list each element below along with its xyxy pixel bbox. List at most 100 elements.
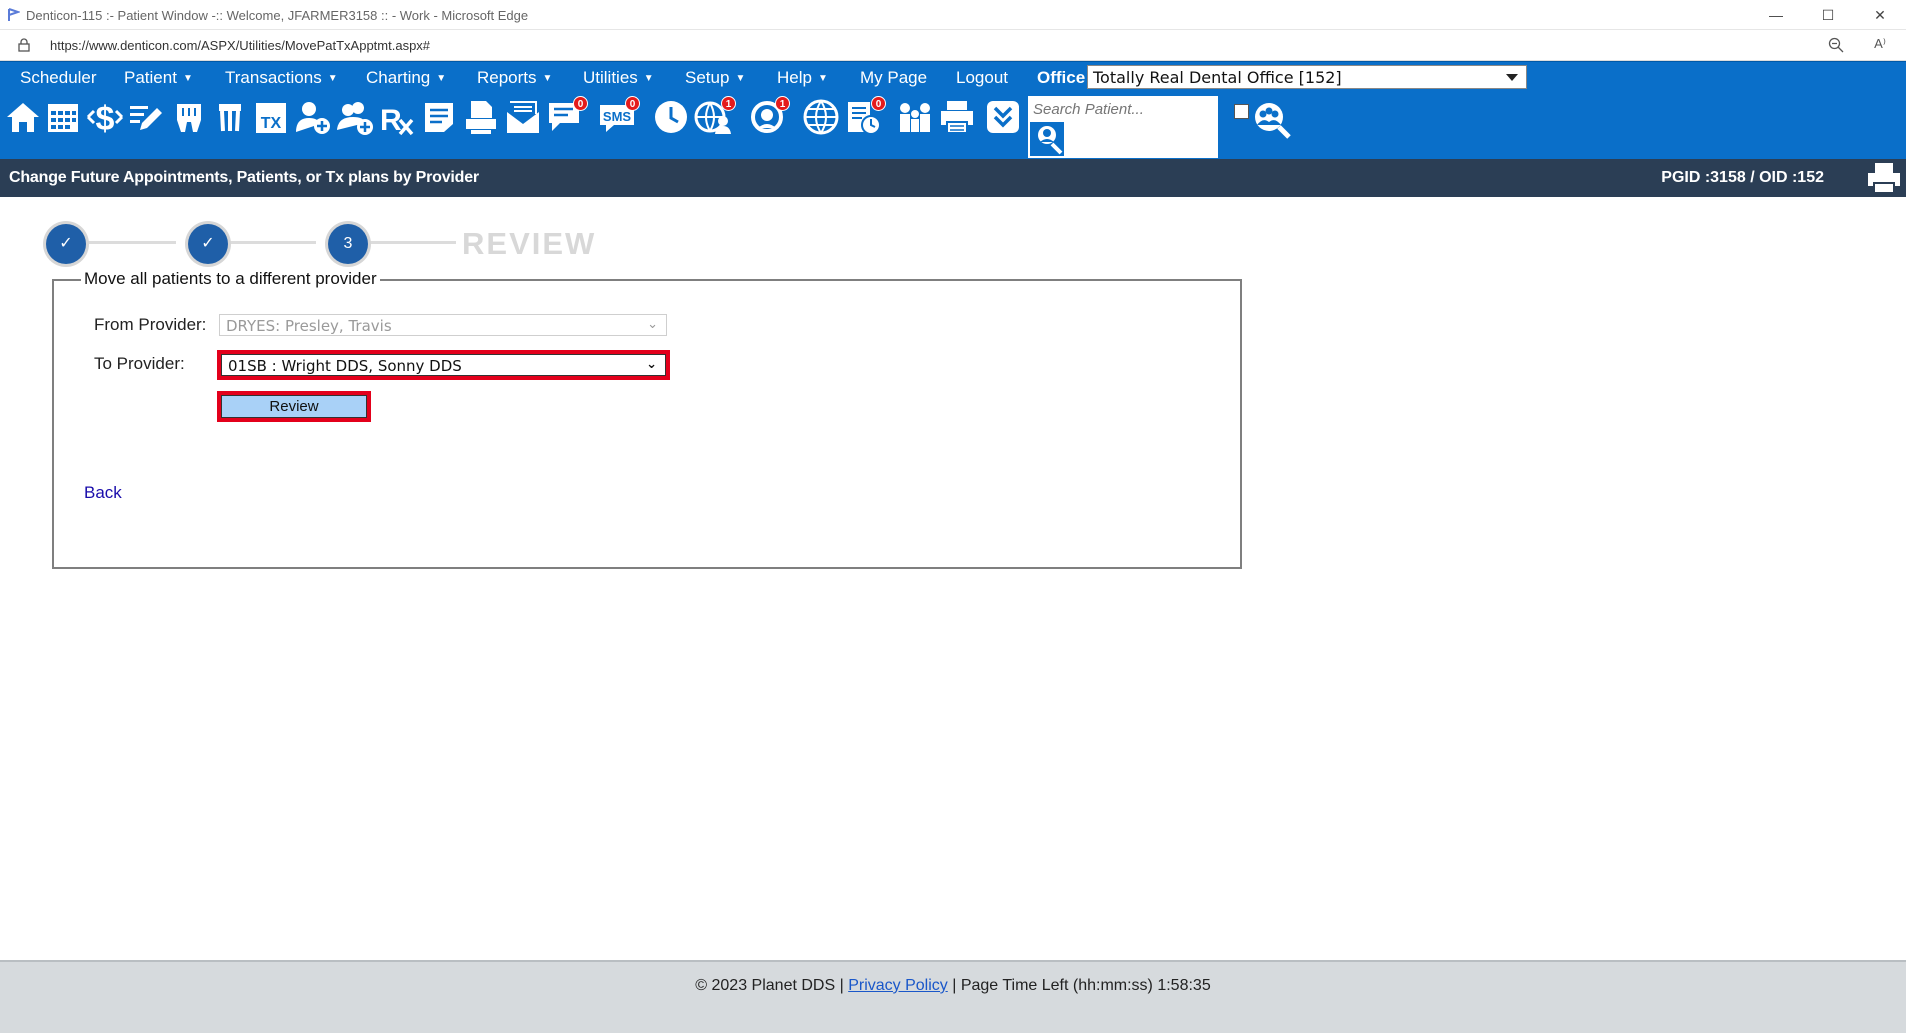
menu-transactions[interactable]: Transactions ▼ <box>225 68 338 88</box>
step-3-current: 3 <box>328 224 368 264</box>
svg-text:TX: TX <box>261 115 282 132</box>
patient-search-box <box>1028 96 1218 158</box>
email-icon[interactable] <box>504 98 542 136</box>
chevron-down-icon: ⌄ <box>647 317 658 332</box>
download-icon[interactable] <box>984 98 1022 136</box>
footer-text: © 2023 Planet DDS | Privacy Policy | Pag… <box>0 977 1906 995</box>
globe-user-badge: 1 <box>721 96 736 111</box>
menu-scheduler[interactable]: Scheduler <box>20 68 97 88</box>
tx-icon[interactable]: TX <box>252 98 290 136</box>
from-provider-value: DRYES: Presley, Travis <box>226 317 392 335</box>
add-user-icon[interactable] <box>294 98 332 136</box>
read-aloud-icon[interactable]: A⁾ <box>1874 36 1886 52</box>
menu-reports[interactable]: Reports ▼ <box>477 68 552 88</box>
page-time-left: | Page Time Left (hh:mm:ss) 1:58:35 <box>952 977 1211 994</box>
support-icon[interactable]: 1 <box>748 96 790 136</box>
office-select[interactable]: Totally Real Dental Office [152] <box>1087 65 1527 89</box>
menu-label: Setup <box>685 68 730 87</box>
menu-label: Patient <box>124 68 177 87</box>
page-header: Change Future Appointments, Patients, or… <box>0 159 1906 197</box>
menu-label: Utilities <box>583 68 638 87</box>
to-provider-select[interactable]: 01SB : Wright DDS, Sonny DDS ⌄ <box>217 350 670 380</box>
zoom-out-icon[interactable] <box>1828 37 1844 53</box>
office-label: Office <box>1037 68 1086 87</box>
globe-icon[interactable] <box>802 98 840 136</box>
edit-icon[interactable] <box>126 98 164 136</box>
tooth-icon[interactable] <box>170 98 208 136</box>
dropdown-arrow-icon <box>1506 74 1518 81</box>
to-provider-label: To Provider: <box>94 354 185 373</box>
menu-setup[interactable]: Setup ▼ <box>685 68 745 88</box>
patient-lookup-icon[interactable] <box>1030 122 1064 156</box>
footer: © 2023 Planet DDS | Privacy Policy | Pag… <box>0 960 1906 1033</box>
forms-icon[interactable]: 0 <box>844 96 886 136</box>
address-bar: https://www.denticon.com/ASPX/Utilities/… <box>0 30 1906 61</box>
menu-my-page[interactable]: My Page <box>860 68 927 88</box>
caret-down-icon: ▼ <box>817 73 828 84</box>
globe-user-icon[interactable]: 1 <box>694 96 736 136</box>
sms-icon[interactable]: SMS 0 <box>598 96 640 136</box>
print-icon[interactable] <box>1866 161 1902 195</box>
icon-toolbar: $ TX R 0 SMS 0 1 1 0 <box>0 92 1906 159</box>
caret-down-icon: ▼ <box>735 73 746 84</box>
sms-badge: 0 <box>625 96 640 111</box>
copyright-text: © 2023 Planet DDS | <box>695 977 844 994</box>
close-button[interactable]: ✕ <box>1854 0 1906 30</box>
rx-icon[interactable]: R <box>378 98 416 137</box>
family-icon[interactable] <box>896 98 934 136</box>
panel-legend: Move all patients to a different provide… <box>81 269 380 289</box>
support-badge: 1 <box>775 96 790 111</box>
calendar-icon[interactable] <box>44 98 82 136</box>
chevron-down-icon: ⌄ <box>646 357 657 372</box>
dollar-icon[interactable]: $ <box>86 98 124 138</box>
caret-down-icon: ▼ <box>182 73 193 84</box>
minimize-button[interactable]: — <box>1750 0 1802 30</box>
url-field[interactable]: https://www.denticon.com/ASPX/Utilities/… <box>50 38 430 53</box>
svg-text:$: $ <box>96 100 115 136</box>
print-doc-icon[interactable] <box>462 98 500 136</box>
notes-icon[interactable] <box>420 98 458 136</box>
step-1-check-icon: ✓ <box>46 224 86 264</box>
window-titlebar: Denticon-115 :- Patient Window -:: Welco… <box>0 0 1906 30</box>
window-title: Denticon-115 :- Patient Window -:: Welco… <box>26 8 529 23</box>
tooth-roots-icon[interactable] <box>211 98 249 136</box>
menu-logout[interactable]: Logout <box>956 68 1008 88</box>
menu-utilities[interactable]: Utilities ▼ <box>583 68 654 88</box>
search-option-checkbox[interactable] <box>1234 104 1249 119</box>
svg-text:SMS: SMS <box>603 109 632 124</box>
caret-down-icon: ▼ <box>542 73 553 84</box>
menu-help[interactable]: Help ▼ <box>777 68 828 88</box>
printer-icon[interactable] <box>938 98 976 136</box>
menu-label: My Page <box>860 68 928 87</box>
menu-label: Scheduler <box>20 68 97 87</box>
clock-icon[interactable] <box>652 98 690 136</box>
add-group-icon[interactable] <box>336 98 374 136</box>
menu-charting[interactable]: Charting ▼ <box>366 68 446 88</box>
back-link[interactable]: Back <box>84 483 122 503</box>
group-search-icon[interactable] <box>1252 100 1292 140</box>
forms-badge: 0 <box>871 96 886 111</box>
caret-down-icon: ▼ <box>327 73 338 84</box>
office-value: Totally Real Dental Office [152] <box>1093 68 1342 87</box>
from-provider-label: From Provider: <box>94 315 207 334</box>
chat-icon[interactable]: 0 <box>546 96 588 136</box>
step-2-check-icon: ✓ <box>188 224 228 264</box>
to-provider-value: 01SB : Wright DDS, Sonny DDS <box>228 357 462 375</box>
patient-search-input[interactable] <box>1031 99 1215 119</box>
main-menu: Scheduler Patient ▼ Transactions ▼ Chartin… <box>0 61 1906 93</box>
menu-patient[interactable]: Patient ▼ <box>124 68 193 88</box>
step-label-review: REVIEW <box>462 226 597 261</box>
menu-label: Charting <box>366 68 431 87</box>
menu-label: Logout <box>956 68 1008 87</box>
wizard-stepper: ✓ ✓ 3 REVIEW <box>40 218 600 268</box>
privacy-policy-link[interactable]: Privacy Policy <box>848 977 948 994</box>
lock-icon <box>18 38 30 52</box>
maximize-button[interactable]: ☐ <box>1802 0 1854 30</box>
menu-label: Reports <box>477 68 537 87</box>
home-icon[interactable] <box>4 98 42 136</box>
page-ids: PGID :3158 / OID :152 <box>1661 169 1824 186</box>
window-controls: — ☐ ✕ <box>1750 0 1906 30</box>
menu-label: Help <box>777 68 812 87</box>
review-button[interactable]: Review <box>217 391 371 422</box>
step-connector <box>360 241 456 244</box>
